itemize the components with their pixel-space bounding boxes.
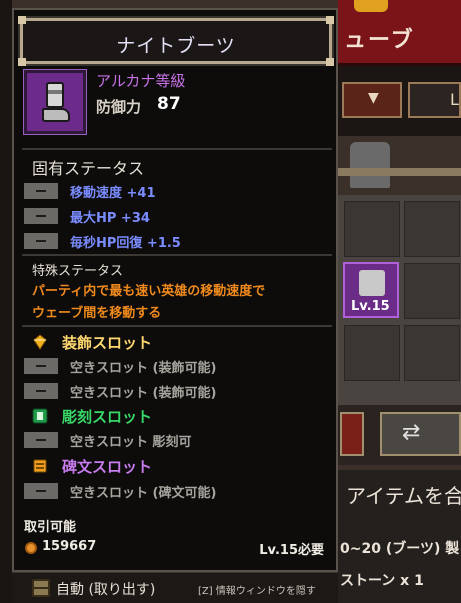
divider [22,254,332,256]
stat-row: 最大HP +34 [24,207,324,226]
inventory-slot[interactable] [344,325,400,381]
chest-icon [32,579,50,597]
stat-hp-regen: 毎秒HP回復 +1.5 [70,236,181,251]
minus-icon [24,233,58,249]
synthesis-range: 0~20 (ブーツ) 製 [340,541,460,557]
divider [22,148,332,150]
frame-corner [326,16,334,24]
slot-row: 空きスロット (装飾可能) [24,357,324,376]
slot-row: 空きスロット (装飾可能) [24,382,324,401]
minus-icon [24,358,58,374]
inventory-slot[interactable] [404,325,460,381]
boot-foot [42,108,70,122]
auto-extract-button[interactable]: 自動 (取り出す) [56,579,155,599]
rune-slot-title: 碑文スロット [62,458,153,476]
required-level: Lv.15必要 [259,543,324,558]
decoration-gem-icon [33,334,47,350]
demon-statue-icon [350,142,390,188]
hide-info-hint[interactable]: [Z] 情報ウィンドウを隠す [198,582,316,597]
bottom-bar: 自動 (取り出す) [Z] 情報ウィンドウを隠す [12,572,338,603]
item-title-bar: ナイトブーツ [18,16,334,66]
background-tab-title: ューブ [344,28,415,53]
boot-shaft [46,82,64,108]
boot-band [48,90,62,94]
frame-corner [18,58,26,66]
item-icon [23,69,87,135]
item-rarity: アルカナ等級 [96,72,186,90]
synthesis-title: アイテムを合 [346,484,461,508]
defense-value: 87 [157,94,181,114]
weapon-rack [338,168,461,176]
filter-dropdown[interactable] [342,82,402,118]
decoration-slot-title: 装飾スロット [62,334,153,352]
minus-icon [24,432,58,448]
item-level-badge: Lv.15 [351,299,390,314]
boot-icon [42,82,70,124]
gold-coin-icon [25,542,37,554]
level-dropdown[interactable] [408,82,461,118]
stat-row: 毎秒HP回復 +1.5 [24,232,324,251]
red-action-button[interactable] [340,412,364,456]
empty-rune-slot: 空きスロット (碑文可能) [70,486,217,501]
left-edge [0,0,12,603]
inventory-slot[interactable] [344,201,400,257]
item-name: ナイトブーツ [116,35,236,57]
gold-value: 159667 [42,539,97,554]
empty-decoration-slot: 空きスロット (装飾可能) [70,361,217,376]
engraving-slot-title: 彫刻スロット [62,408,153,426]
gold-tab-marker [354,0,388,12]
slot-row: 空きスロット (碑文可能) [24,482,324,501]
synthesis-cost: ストーン x 1 [340,573,424,589]
tradeable-label: 取引可能 [24,520,77,535]
inventory-slot[interactable] [404,263,460,319]
selected-boots-slot[interactable]: Lv.15 [343,262,399,318]
item-tooltip: ナイトブーツ アルカナ等級 防御力 87 固有ステータス 移動速度 +41 最大… [12,8,338,572]
inherent-stats-title: 固有ステータス [32,159,145,178]
minus-icon [24,183,58,199]
defense-label: 防御力 [96,98,142,116]
stat-move-speed: 移動速度 +41 [70,186,156,201]
minus-icon [24,208,58,224]
empty-engraving-slot: 空きスロット 彫刻可 [70,435,192,450]
frame-corner [18,16,26,24]
minus-icon [24,483,58,499]
stat-row: 移動速度 +41 [24,182,324,201]
scroll-icon [33,459,47,473]
slot-row: 空きスロット 彫刻可 [24,431,324,450]
swap-button[interactable] [380,412,461,456]
special-stat-line: パーティ内で最も速い英雄の移動速度で [32,284,266,299]
frame-corner [326,58,334,66]
engraving-icon [32,408,48,424]
minus-icon [24,383,58,399]
divider [22,325,332,327]
special-stats-title: 特殊ステータス [32,264,124,279]
special-stat-line: ウェーブ間を移動する [32,306,162,321]
stat-max-hp: 最大HP +34 [70,211,150,226]
boots-icon [359,270,385,296]
empty-decoration-slot: 空きスロット (装飾可能) [70,386,217,401]
inventory-slot[interactable] [404,201,460,257]
